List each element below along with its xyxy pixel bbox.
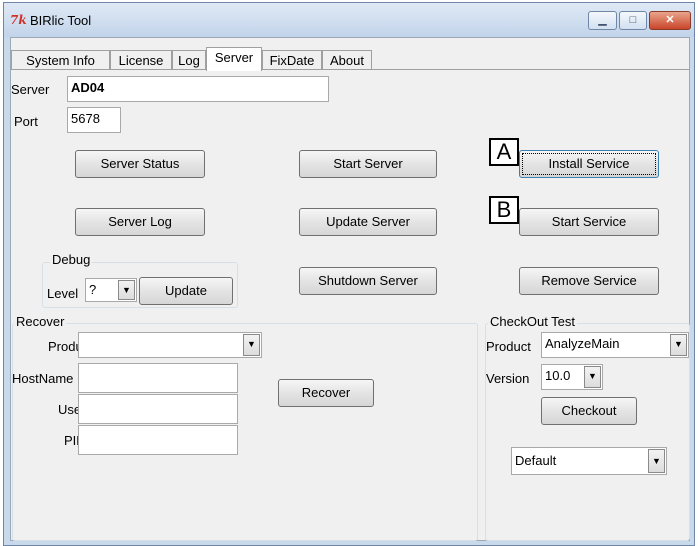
server-input[interactable]: AD04: [67, 76, 329, 102]
checkout-product-label: Product: [486, 339, 531, 354]
checkout-button[interactable]: Checkout: [541, 397, 637, 425]
tab-license[interactable]: License: [110, 50, 172, 70]
annotation-marker-a: A: [489, 138, 519, 166]
annotation-marker-b: B: [489, 196, 519, 224]
start-server-button[interactable]: Start Server: [299, 150, 437, 178]
version-select-value: 10.0: [545, 368, 571, 383]
version-label: Version: [486, 371, 530, 386]
install-service-button[interactable]: Install Service: [519, 150, 659, 178]
hostname-input[interactable]: [78, 363, 238, 393]
tab-fixdate[interactable]: FixDate: [262, 50, 322, 70]
pid-input[interactable]: [78, 425, 238, 455]
update-server-button[interactable]: Update Server: [299, 208, 437, 236]
app-icon: 7k: [10, 13, 27, 27]
close-icon: ✕: [665, 14, 675, 26]
version-select[interactable]: 10.0 ▼: [541, 364, 603, 390]
port-label: Port: [14, 114, 38, 129]
hostname-label: HostName: [12, 371, 74, 386]
profile-select[interactable]: Default ▼: [511, 447, 667, 475]
tab-system-info[interactable]: System Info: [11, 50, 110, 70]
start-service-button[interactable]: Start Service: [519, 208, 659, 236]
checkout-product-value: AnalyzeMain: [545, 336, 620, 351]
tab-about[interactable]: About: [322, 50, 372, 70]
chevron-down-icon[interactable]: ▼: [118, 280, 135, 300]
window-title: BIRlic Tool: [30, 13, 92, 28]
user-input[interactable]: [78, 394, 238, 424]
level-select-value: ?: [89, 282, 97, 297]
app-window: 7k BIRlic Tool ▁ □ ✕ System Info License…: [3, 2, 695, 546]
minimize-icon: ▁: [598, 14, 607, 26]
title-bar[interactable]: 7k BIRlic Tool ▁ □ ✕: [4, 3, 694, 37]
shutdown-server-button[interactable]: Shutdown Server: [299, 267, 437, 295]
port-input[interactable]: 5678: [67, 107, 121, 133]
recover-group-label: Recover: [14, 314, 67, 329]
level-label: Level: [47, 286, 79, 301]
chevron-down-icon[interactable]: ▼: [670, 334, 687, 356]
chevron-down-icon[interactable]: ▼: [243, 334, 260, 356]
recover-product-select[interactable]: ▼: [78, 332, 262, 358]
client-area: System Info License Log Server FixDate A…: [10, 37, 690, 541]
checkout-product-select[interactable]: AnalyzeMain ▼: [541, 332, 689, 358]
chevron-down-icon[interactable]: ▼: [648, 449, 665, 473]
checkout-group-label: CheckOut Test: [488, 314, 578, 329]
tab-log[interactable]: Log: [172, 50, 206, 70]
minimize-button[interactable]: ▁: [588, 11, 617, 30]
server-label: Server: [11, 82, 50, 97]
debug-update-button[interactable]: Update: [139, 277, 233, 305]
recover-button[interactable]: Recover: [278, 379, 374, 407]
close-button[interactable]: ✕: [649, 11, 691, 30]
debug-group-label: Debug: [50, 252, 93, 267]
maximize-button[interactable]: □: [619, 11, 647, 30]
tab-divider: [11, 69, 689, 70]
tab-server[interactable]: Server: [206, 47, 262, 71]
profile-select-value: Default: [515, 453, 557, 468]
server-status-button[interactable]: Server Status: [75, 150, 205, 178]
chevron-down-icon[interactable]: ▼: [584, 366, 601, 388]
server-log-button[interactable]: Server Log: [75, 208, 205, 236]
remove-service-button[interactable]: Remove Service: [519, 267, 659, 295]
level-select[interactable]: ? ▼: [85, 278, 137, 302]
maximize-icon: □: [629, 14, 637, 26]
